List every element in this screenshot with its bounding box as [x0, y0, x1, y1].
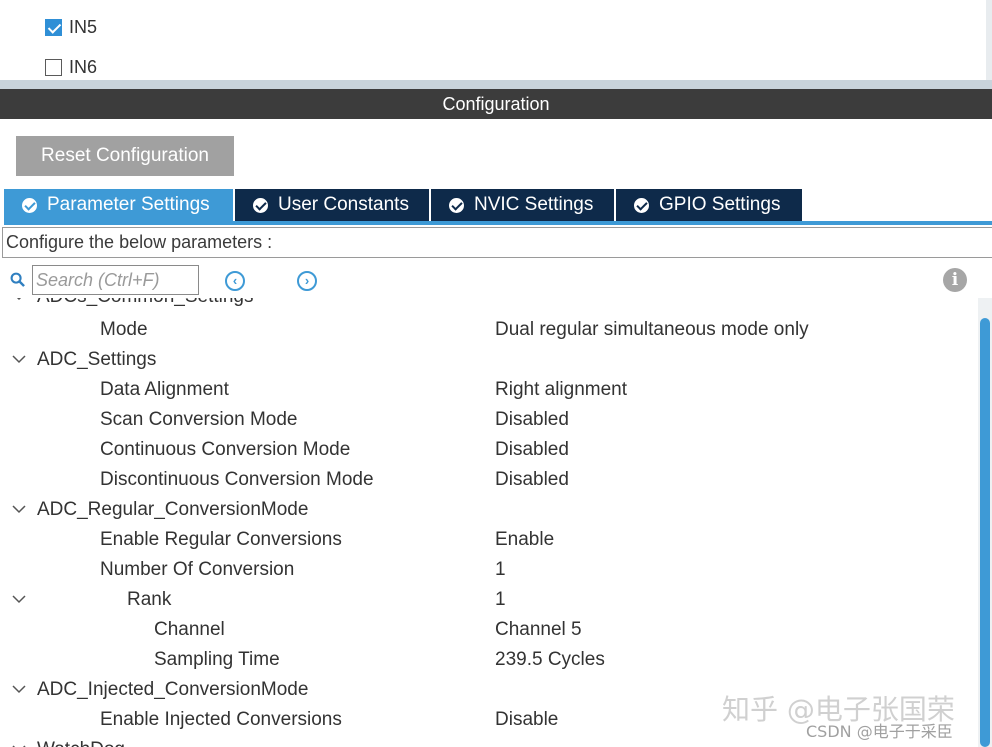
reset-configuration-button[interactable]: Reset Configuration: [16, 136, 234, 176]
check-circle-icon: [22, 197, 37, 213]
info-icon[interactable]: i: [943, 268, 967, 292]
tree-row-number-of-conversion[interactable]: Number Of Conversion 1: [0, 556, 978, 586]
configuration-header: Configuration: [0, 89, 992, 119]
tree-row-channel[interactable]: Channel Channel 5: [0, 616, 978, 646]
group-label: ADC_Settings: [37, 349, 157, 370]
tab-bar: Parameter Settings User Constants NVIC S…: [4, 189, 804, 221]
splitter[interactable]: [0, 80, 992, 89]
tree-row-mode[interactable]: Mode Dual regular simultaneous mode only: [0, 316, 978, 346]
scrollbar-thumb[interactable]: [980, 318, 990, 747]
chevron-down-icon[interactable]: [10, 500, 28, 518]
tab-label: Parameter Settings: [47, 194, 210, 215]
group-label: ADCs_Common_Settings: [37, 298, 253, 308]
tab-user-constants[interactable]: User Constants: [235, 189, 429, 221]
param-label: Channel: [154, 619, 225, 640]
channel-label: IN6: [69, 57, 98, 77]
chevron-right-icon[interactable]: ›: [297, 271, 317, 291]
tree-group-adc-settings[interactable]: ADC_Settings: [0, 346, 978, 376]
tab-nvic-settings[interactable]: NVIC Settings: [431, 189, 614, 221]
tree-row-continuous-conversion-mode[interactable]: Continuous Conversion Mode Disabled: [0, 436, 978, 466]
param-value[interactable]: Channel 5: [495, 619, 582, 641]
tab-label: GPIO Settings: [659, 194, 781, 215]
param-value[interactable]: 239.5 Cycles: [495, 649, 605, 671]
chevron-down-icon[interactable]: [10, 740, 28, 747]
checkbox-checked-icon[interactable]: [45, 19, 62, 36]
channel-label: IN5: [69, 17, 98, 37]
param-value[interactable]: Right alignment: [495, 379, 627, 401]
description-text: Configure the below parameters :: [2, 227, 992, 258]
tab-underline: [4, 221, 992, 225]
tab-gpio-settings[interactable]: GPIO Settings: [616, 189, 802, 221]
param-label: Mode: [100, 319, 148, 340]
tree-row-enable-regular-conversions[interactable]: Enable Regular Conversions Enable: [0, 526, 978, 556]
tree-group-adcs-common-settings[interactable]: ADCs_Common_Settings: [0, 298, 978, 313]
tab-label: NVIC Settings: [474, 194, 594, 215]
search-toolbar: ‹ ›: [0, 262, 992, 298]
stm32cubemx-adc-config: IN5 IN6 Configuration Reset Configuratio…: [0, 0, 992, 747]
param-value[interactable]: Enable: [495, 529, 554, 551]
param-label: Enable Regular Conversions: [100, 529, 342, 550]
tree-row-discontinuous-conversion-mode[interactable]: Discontinuous Conversion Mode Disabled: [0, 466, 978, 496]
group-label: ADC_Regular_ConversionMode: [37, 499, 309, 520]
group-label: Rank: [127, 589, 172, 610]
tab-label: User Constants: [278, 194, 409, 215]
parameter-tree: ADCs_Common_Settings Mode Dual regular s…: [0, 298, 978, 747]
group-label: ADC_Injected_ConversionMode: [37, 679, 309, 700]
param-label: Enable Injected Conversions: [100, 709, 342, 730]
check-circle-icon: [449, 197, 464, 213]
channel-in6[interactable]: IN6: [45, 57, 97, 78]
search-icon: [10, 272, 25, 287]
param-label: Scan Conversion Mode: [100, 409, 298, 430]
param-value[interactable]: Disable: [495, 709, 558, 731]
tree-group-adc-regular-conversionmode[interactable]: ADC_Regular_ConversionMode: [0, 496, 978, 526]
channel-in5[interactable]: IN5: [45, 17, 97, 38]
param-value[interactable]: 1: [495, 589, 506, 611]
param-label: Discontinuous Conversion Mode: [100, 469, 374, 490]
tree-row-data-alignment[interactable]: Data Alignment Right alignment: [0, 376, 978, 406]
channel-list: IN5 IN6: [0, 0, 992, 80]
tab-parameter-settings[interactable]: Parameter Settings: [4, 189, 233, 221]
chevron-left-icon[interactable]: ‹: [225, 271, 245, 291]
param-value[interactable]: Dual regular simultaneous mode only: [495, 319, 809, 341]
check-circle-icon: [634, 197, 649, 213]
search-input[interactable]: [32, 265, 199, 295]
param-value[interactable]: Disabled: [495, 439, 569, 461]
chevron-down-icon[interactable]: [10, 590, 28, 608]
param-label: Sampling Time: [154, 649, 280, 670]
param-label: Number Of Conversion: [100, 559, 295, 580]
param-value[interactable]: Disabled: [495, 409, 569, 431]
tree-row-scan-conversion-mode[interactable]: Scan Conversion Mode Disabled: [0, 406, 978, 436]
param-label: Continuous Conversion Mode: [100, 439, 351, 460]
param-label: Data Alignment: [100, 379, 229, 400]
param-value[interactable]: 1: [495, 559, 506, 581]
panel-edge: [986, 0, 992, 80]
group-label: WatchDog: [37, 739, 125, 747]
chevron-down-icon[interactable]: [10, 350, 28, 368]
watermark-csdn: CSDN @电子于采臣: [806, 722, 953, 741]
tree-group-rank[interactable]: Rank 1: [0, 586, 978, 616]
chevron-down-icon[interactable]: [10, 680, 28, 698]
param-value[interactable]: Disabled: [495, 469, 569, 491]
check-circle-icon: [253, 197, 268, 213]
chevron-down-icon[interactable]: [10, 298, 28, 305]
tree-row-sampling-time[interactable]: Sampling Time 239.5 Cycles: [0, 646, 978, 676]
checkbox-unchecked-icon[interactable]: [45, 59, 62, 76]
